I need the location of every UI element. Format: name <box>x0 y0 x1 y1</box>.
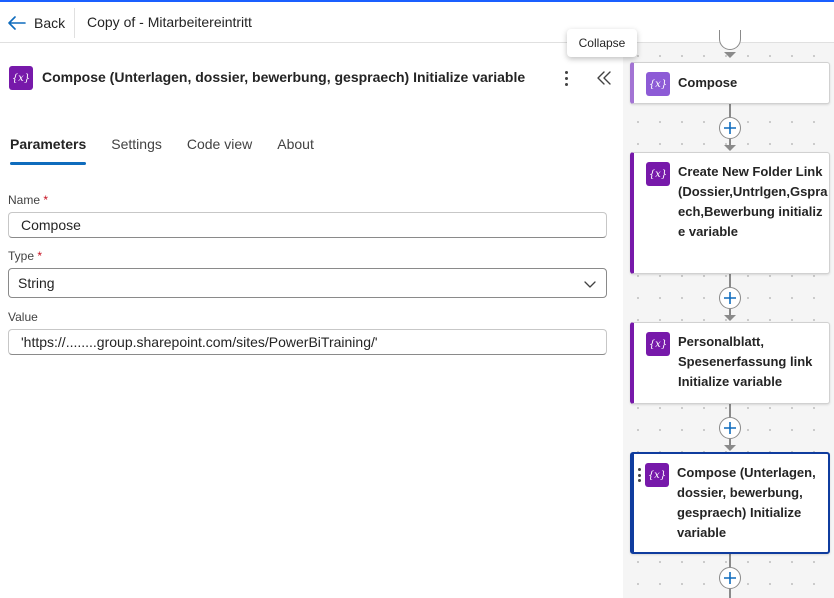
connector-line <box>729 589 731 598</box>
panel-title: Compose (Unterlagen, dossier, bewerbung,… <box>42 69 526 85</box>
tab-about[interactable]: About <box>277 136 314 166</box>
name-label-text: Name <box>8 193 41 207</box>
collapse-tooltip: Collapse <box>567 29 637 57</box>
required-marker: * <box>37 249 43 263</box>
name-input[interactable]: Compose <box>8 212 607 238</box>
variable-icon: {x} <box>645 463 669 487</box>
flow-card-personalblatt[interactable]: {x} Personalblatt, Spesenerfassung link … <box>630 322 830 404</box>
card-title: Compose (Unterlagen, dossier, bewerbung,… <box>677 465 816 540</box>
panel-header: {x} Compose (Unterlagen, dossier, bewerb… <box>9 65 614 91</box>
variable-icon: {x} <box>9 66 33 90</box>
more-dot-icon <box>564 82 568 86</box>
panel-tabs: Parameters Settings Code view About <box>10 136 339 166</box>
flow-card-compose[interactable]: {x} Compose <box>630 62 830 104</box>
type-field-label: Type * <box>8 249 42 263</box>
collapse-button[interactable] <box>593 67 615 89</box>
arrow-down-icon <box>724 52 736 58</box>
more-options-button[interactable] <box>557 66 575 90</box>
variable-icon: {x} <box>646 72 670 96</box>
more-dot-icon <box>564 70 568 74</box>
type-dropdown[interactable]: String <box>8 268 607 298</box>
tab-settings[interactable]: Settings <box>111 136 162 166</box>
action-details-panel: {x} Compose (Unterlagen, dossier, bewerb… <box>0 43 623 598</box>
connector-line <box>729 273 731 287</box>
variable-icon: {x} <box>646 332 670 356</box>
plus-icon <box>724 122 736 134</box>
back-button[interactable]: Back <box>8 12 65 34</box>
connector-line <box>729 103 731 117</box>
value-label-text: Value <box>8 310 38 324</box>
add-step-button[interactable] <box>719 567 741 589</box>
tab-parameters[interactable]: Parameters <box>10 136 87 166</box>
more-dot-icon <box>564 76 568 80</box>
double-chevron-left-icon <box>597 71 611 85</box>
value-input-value: 'https://........group.sharepoint.com/si… <box>21 334 378 350</box>
chevron-down-icon <box>584 281 596 288</box>
arrow-down-icon <box>724 145 736 151</box>
value-field-label: Value <box>8 310 38 324</box>
card-title: Compose <box>678 75 738 90</box>
flow-card-compose-selected[interactable]: {x} Compose (Unterlagen, dossier, bewerb… <box>630 452 830 554</box>
tab-code-view[interactable]: Code view <box>187 136 252 166</box>
card-title: Personalblatt, Spesenerfassung link Init… <box>678 334 813 389</box>
arrow-down-icon <box>724 315 736 321</box>
drag-handle-icon[interactable] <box>638 468 642 482</box>
arrow-left-icon <box>8 16 26 30</box>
top-bar: Back Copy of - Mitarbeitereintritt <box>0 0 834 43</box>
connector-line <box>729 553 731 567</box>
type-label-text: Type <box>8 249 35 263</box>
add-step-button[interactable] <box>719 287 741 309</box>
plus-icon <box>724 422 736 434</box>
variable-icon: {x} <box>646 162 670 186</box>
name-input-value: Compose <box>21 217 81 233</box>
arrow-down-icon <box>724 445 736 451</box>
add-step-button[interactable] <box>719 117 741 139</box>
name-field-label: Name * <box>8 193 48 207</box>
connector-line <box>729 403 731 417</box>
back-label: Back <box>34 15 66 31</box>
flow-card-create-folder-link[interactable]: {x} Create New Folder Link (Dossier,Untr… <box>630 152 830 274</box>
type-dropdown-value: String <box>18 275 55 291</box>
value-input[interactable]: 'https://........group.sharepoint.com/si… <box>8 329 607 355</box>
card-title: Create New Folder Link (Dossier,Untrlgen… <box>678 164 828 239</box>
add-step-button[interactable] <box>719 417 741 439</box>
flow-title: Copy of - Mitarbeitereintritt <box>87 14 252 30</box>
plus-icon <box>724 572 736 584</box>
required-marker: * <box>43 193 49 207</box>
header-divider <box>74 8 75 38</box>
plus-icon <box>724 292 736 304</box>
